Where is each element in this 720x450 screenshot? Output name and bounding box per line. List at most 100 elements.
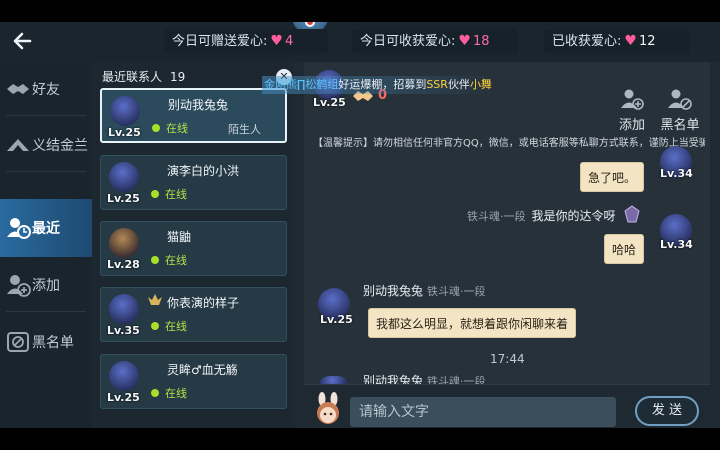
level-label: Lv.25 bbox=[107, 192, 140, 205]
handshake-icon bbox=[7, 84, 29, 94]
announcement-banner: 金刚熊∏松鹤组好运爆棚，招募到SSR伙伴小舞 bbox=[262, 76, 494, 94]
level-label: Lv.34 bbox=[660, 167, 693, 180]
contacts-header: 最近联系人 19 bbox=[102, 68, 185, 85]
message-bubble: 急了吧。 bbox=[580, 162, 645, 192]
online-dot-icon bbox=[151, 190, 159, 198]
blacklist-icon bbox=[668, 89, 692, 110]
sidebar-item-label: 最近 bbox=[32, 221, 60, 237]
recent-contacts-panel: 最近联系人 19 Lv.25 别动我兔兔 在线 陌生人 Lv.25 演李白的小洪 … bbox=[93, 62, 293, 428]
avatar[interactable] bbox=[110, 96, 140, 126]
blacklist-button[interactable]: 黑名单 bbox=[656, 88, 704, 133]
banner-guild: 金刚熊∏松鹤组 bbox=[264, 78, 339, 91]
sidebar-item-alliance[interactable]: 义结金兰 bbox=[0, 118, 92, 172]
online-status: 在线 bbox=[152, 120, 188, 136]
top-bar: 今日可赠送爱心: ♥ 4 今日可收获爱心: ♥ 18 已收获爱心: ♥ 12 bbox=[0, 22, 720, 62]
online-dot-icon bbox=[151, 322, 159, 330]
stat-value: 18 bbox=[472, 34, 490, 49]
stat-label: 今日可收获爱心: bbox=[360, 34, 456, 49]
level-label: Lv.34 bbox=[660, 238, 693, 251]
banner-partner: 小舞 bbox=[469, 78, 492, 91]
stat-value: 12 bbox=[638, 34, 656, 49]
status-text: 在线 bbox=[165, 188, 187, 201]
sidebar-item-label: 添加 bbox=[32, 278, 60, 294]
contact-item[interactable]: Lv.25 灵眸♂血无觞 在线 bbox=[100, 354, 287, 409]
message-bubble: 我都这么明显，就想着跟你闲聊来着 bbox=[368, 308, 577, 338]
stat-received-hearts: 已收获爱心: ♥ 12 bbox=[544, 29, 690, 53]
blacklist-label: 黑名单 bbox=[660, 118, 700, 133]
block-user-icon bbox=[7, 332, 29, 352]
add-friend-icon bbox=[621, 89, 644, 110]
rank-badge-icon bbox=[624, 205, 640, 223]
online-status: 在线 bbox=[151, 385, 187, 401]
heart-icon: ♥ bbox=[624, 33, 637, 49]
contact-item[interactable]: Lv.28 猫鼬 在线 bbox=[100, 221, 287, 276]
divider bbox=[6, 115, 86, 116]
contact-name: 灵眸♂血无觞 bbox=[167, 363, 238, 377]
status-text: 在线 bbox=[165, 387, 187, 400]
message-sender: 别动我兔兔 铁斗魂·一段 bbox=[363, 372, 486, 384]
online-status: 在线 bbox=[151, 186, 187, 202]
banner-text-2: 伙伴 bbox=[447, 78, 470, 91]
sender-rank: 铁斗魂·一段 bbox=[427, 285, 486, 298]
heart-icon: ♥ bbox=[270, 33, 283, 49]
stat-label: 已收获爱心: bbox=[552, 34, 622, 49]
avatar[interactable] bbox=[109, 361, 139, 391]
sender-name: 别动我兔兔 bbox=[363, 284, 424, 298]
banner-rarity: SSR bbox=[426, 78, 448, 91]
message-timestamp: 17:44 bbox=[490, 352, 525, 366]
online-dot-icon bbox=[151, 389, 159, 397]
contact-name: 你表演的样子 bbox=[167, 296, 240, 310]
friends-screen: 今日可赠送爱心: ♥ 4 今日可收获爱心: ♥ 18 已收获爱心: ♥ 12 好友 义结金兰… bbox=[0, 22, 720, 428]
contact-item[interactable]: Lv.25 演李白的小洪 在线 bbox=[100, 155, 287, 210]
contact-item[interactable]: Lv.25 别动我兔兔 在线 陌生人 bbox=[100, 88, 287, 143]
level-label: Lv.35 bbox=[107, 324, 140, 337]
banner-text: 好运爆棚，招募到 bbox=[338, 78, 427, 91]
sidebar-item-friends[interactable]: 好友 bbox=[0, 62, 92, 116]
recent-user-clock-icon bbox=[7, 218, 31, 239]
sidebar-item-add[interactable]: 添加 bbox=[0, 258, 92, 312]
avatar[interactable] bbox=[109, 228, 139, 258]
divider bbox=[6, 171, 86, 172]
stat-can-give-hearts: 今日可赠送爱心: ♥ 4 bbox=[164, 29, 328, 53]
divider bbox=[6, 311, 86, 312]
rank-badge-icon bbox=[148, 294, 162, 305]
contacts-count: 19 bbox=[170, 70, 186, 84]
rabbit-avatar-icon[interactable] bbox=[312, 392, 344, 428]
avatar[interactable] bbox=[109, 294, 139, 324]
online-dot-icon bbox=[151, 256, 159, 264]
safety-hint: 【温馨提示】请勿相信任何非官方QQ，微信，或电话客服等私聊方式联系，谨防上当受骗… bbox=[313, 138, 705, 149]
contact-item[interactable]: Lv.35 你表演的样子 在线 bbox=[100, 287, 287, 342]
sidebar-item-blacklist[interactable]: 黑名单 bbox=[0, 315, 92, 369]
online-dot-icon bbox=[152, 124, 160, 132]
sidebar-item-label: 义结金兰 bbox=[32, 138, 88, 154]
send-button[interactable]: 发 送 bbox=[635, 396, 699, 426]
level-label: Lv.25 bbox=[108, 126, 141, 139]
level-label: Lv.25 bbox=[313, 96, 346, 109]
stranger-tag: 陌生人 bbox=[228, 123, 261, 136]
level-label: Lv.28 bbox=[107, 258, 140, 271]
online-status: 在线 bbox=[151, 252, 187, 268]
online-status: 在线 bbox=[151, 318, 187, 334]
avatar[interactable] bbox=[109, 162, 139, 192]
stat-label: 今日可赠送爱心: bbox=[172, 34, 268, 49]
stat-value: 4 bbox=[284, 34, 294, 49]
message-sender: 铁斗魂·一段 我是你的达令呀 bbox=[467, 207, 616, 224]
message-bubble: 哈哈 bbox=[604, 234, 645, 264]
status-text: 在线 bbox=[165, 320, 187, 333]
message-sender: 别动我兔兔 铁斗魂·一段 bbox=[363, 282, 486, 299]
sender-rank: 铁斗魂·一段 bbox=[467, 210, 526, 223]
level-label: Lv.25 bbox=[107, 391, 140, 404]
alliance-icon bbox=[7, 139, 29, 151]
sender-rank: 铁斗魂·一段 bbox=[427, 375, 486, 384]
back-arrow-icon[interactable] bbox=[10, 28, 36, 54]
notification-dot bbox=[305, 22, 315, 27]
sidebar-item-label: 黑名单 bbox=[32, 335, 74, 351]
status-text: 在线 bbox=[166, 122, 188, 135]
message-input[interactable] bbox=[350, 397, 616, 427]
add-friend-button[interactable]: 添加 bbox=[612, 88, 652, 133]
contacts-title: 最近联系人 bbox=[102, 70, 163, 84]
heart-icon: ♥ bbox=[458, 33, 471, 49]
sidebar-item-recent[interactable]: 最近 bbox=[0, 199, 92, 257]
status-text: 在线 bbox=[165, 254, 187, 267]
stat-can-receive-hearts: 今日可收获爱心: ♥ 18 bbox=[352, 29, 518, 53]
